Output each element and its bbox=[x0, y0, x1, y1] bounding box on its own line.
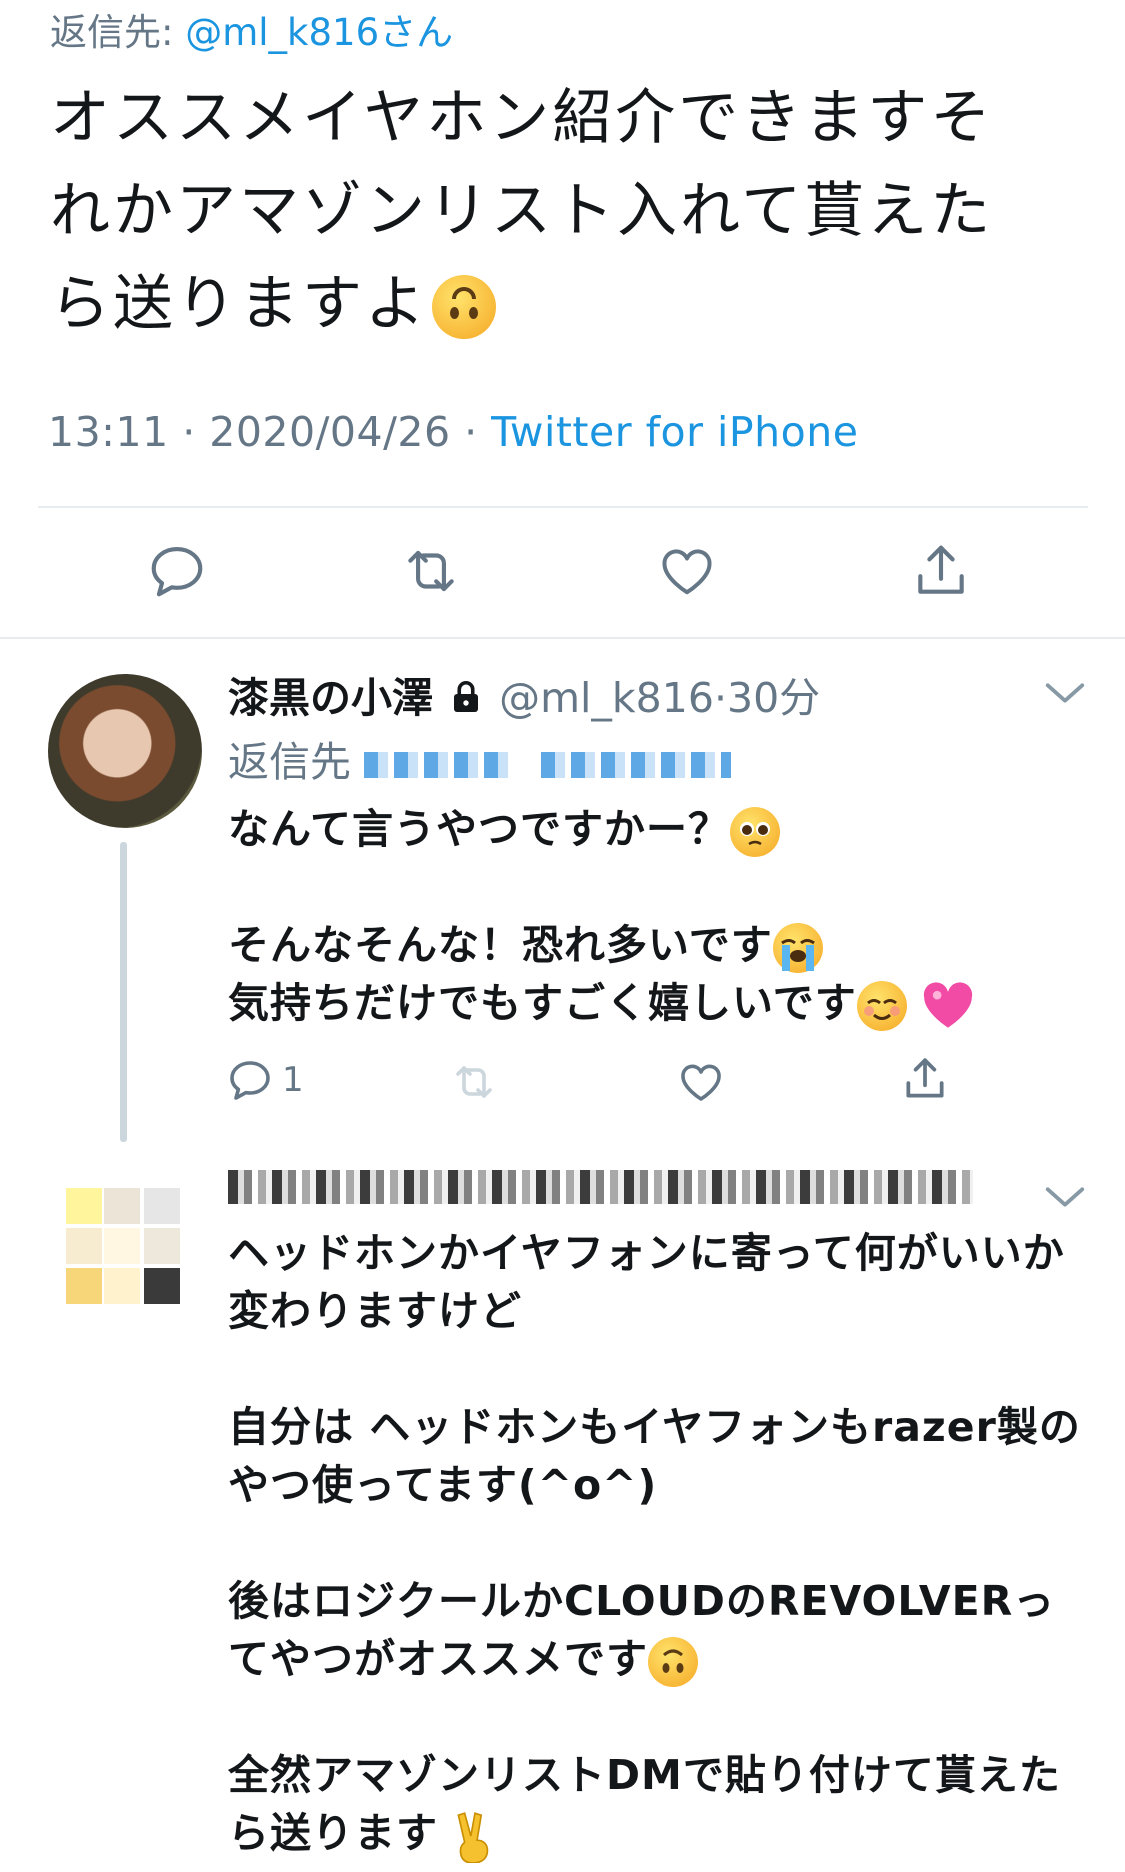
divider bbox=[38, 506, 1088, 508]
retweet-icon bbox=[408, 550, 454, 592]
chevron-down-icon bbox=[1045, 1187, 1085, 1207]
avatar[interactable] bbox=[48, 1176, 188, 1316]
victory-hand-icon bbox=[457, 1812, 489, 1863]
censored-reply-header bbox=[228, 1170, 973, 1204]
lock-icon bbox=[454, 680, 479, 712]
reply-paragraph: ヘッドホンかイヤフォンに寄って何がいいか変わりますけど bbox=[228, 1229, 1065, 1335]
handle: @ml_k816 bbox=[499, 674, 714, 722]
reply-line-1: なんて言うやつですかー？ bbox=[228, 805, 730, 853]
tweet-timestamp: 13:11 · 2020/04/26 · bbox=[48, 408, 492, 456]
reply-text-line: 気持ちだけでもすごく嬉しいです bbox=[228, 974, 974, 1032]
tweet-client-link[interactable]: Twitter for iPhone bbox=[491, 408, 858, 456]
reply-button[interactable]: 1 bbox=[226, 1056, 304, 1104]
loudly-crying-face-icon bbox=[772, 923, 823, 973]
reply-text-line: なんて言うやつですかー？ bbox=[228, 800, 780, 858]
censored-handle bbox=[541, 752, 732, 778]
main-tweet-text: オススメイヤホン紹介できますそれかアマゾンリスト入れて貰えたら送りますよ bbox=[50, 72, 1050, 351]
reply-icon bbox=[151, 546, 203, 597]
like-button[interactable] bbox=[652, 536, 722, 606]
chevron-down-icon bbox=[1045, 683, 1085, 703]
reply-count: 1 bbox=[282, 1060, 304, 1100]
reply-paragraph-4: 全然アマゾンリストDMで貼り付けて貰えたら送ります bbox=[228, 1746, 1088, 1863]
retweet-button-disabled bbox=[448, 1058, 500, 1110]
reply-button[interactable] bbox=[142, 536, 212, 606]
pleading-face-icon bbox=[729, 807, 780, 857]
reply-icon bbox=[230, 1061, 270, 1100]
avatar[interactable] bbox=[48, 674, 202, 828]
upside-down-face-icon bbox=[648, 1637, 698, 1687]
reply-paragraph-3: 後はロジクールかCLOUDのREVOLVERってやつがオススメです bbox=[228, 1572, 1088, 1688]
pink-heart-icon bbox=[923, 982, 973, 1028]
tweet-menu-button[interactable] bbox=[1042, 1182, 1088, 1216]
share-icon bbox=[906, 1058, 944, 1098]
tweet-menu-button[interactable] bbox=[1042, 678, 1088, 712]
reply-paragraph: 自分は ヘッドホンもイヤフォンもrazer製のやつ使ってます(^o^) bbox=[228, 1403, 1081, 1509]
heart-icon bbox=[662, 549, 712, 595]
divider bbox=[0, 637, 1125, 639]
tweet-age: 30分 bbox=[726, 674, 821, 722]
upside-down-face-icon bbox=[432, 275, 496, 340]
reply-to-prefix: 返信先 bbox=[228, 738, 351, 786]
reply-paragraph-text: 後はロジクールかCLOUDのREVOLVERってやつがオススメです bbox=[228, 1577, 1056, 1683]
share-button[interactable] bbox=[906, 536, 976, 606]
reply-line-3: 気持ちだけでもすごく嬉しいです bbox=[228, 979, 857, 1027]
retweet-button[interactable] bbox=[396, 536, 466, 606]
heart-icon bbox=[681, 1064, 721, 1101]
reply-to-line: 返信先 bbox=[228, 728, 732, 788]
share-icon bbox=[918, 545, 964, 594]
censored-handle bbox=[364, 752, 515, 778]
like-button[interactable] bbox=[676, 1058, 726, 1110]
separator: · bbox=[713, 674, 727, 722]
reply-header: 漆黒の小澤 @ml_k816·30分 bbox=[228, 664, 820, 724]
retweet-icon bbox=[456, 1066, 492, 1098]
reply-text-line: そんなそんな！恐れ多いです bbox=[228, 916, 823, 974]
reply-to-handle-link[interactable]: @ml_k816さん bbox=[185, 11, 453, 54]
main-tweet-body: オススメイヤホン紹介できますそれかアマゾンリスト入れて貰えたら送りますよ bbox=[50, 83, 994, 339]
reply-to-prefix: 返信先: bbox=[50, 11, 186, 54]
tweet-metadata: 13:11 · 2020/04/26 · Twitter for iPhone bbox=[48, 408, 858, 456]
reply-paragraph-text: 全然アマゾンリストDMで貼り付けて貰えたら送ります bbox=[228, 1751, 1061, 1857]
reply-to-line: 返信先: @ml_k816さん bbox=[50, 2, 453, 56]
share-button[interactable] bbox=[900, 1054, 950, 1108]
reply-line-2: そんなそんな！恐れ多いです bbox=[228, 921, 773, 969]
smiling-face-icon bbox=[856, 981, 907, 1031]
thread-connector-line bbox=[120, 842, 127, 1142]
display-name[interactable]: 漆黒の小澤 bbox=[228, 674, 433, 722]
